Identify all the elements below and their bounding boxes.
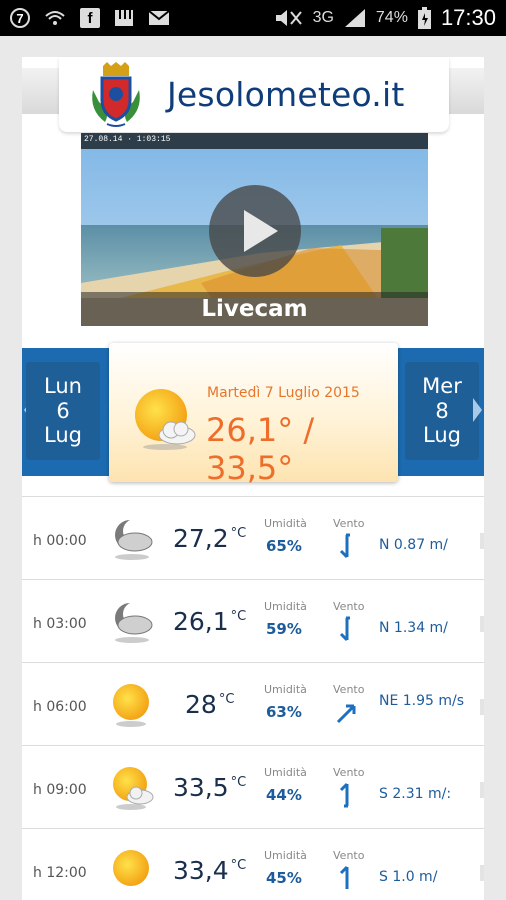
wind-value: NE 1.95 m/s bbox=[379, 693, 465, 709]
site-title: Jesolometeo.it bbox=[167, 75, 405, 114]
wind-label: Vento bbox=[333, 517, 365, 530]
clock: 17:30 bbox=[440, 5, 496, 30]
chevron-right-icon[interactable] bbox=[473, 398, 482, 422]
wind-direction-arrow-icon bbox=[336, 704, 356, 724]
temperature-value: 33,5 °C bbox=[173, 773, 247, 802]
humidity-value: 59% bbox=[266, 620, 302, 638]
previous-day-button[interactable]: Lun 6 Lug bbox=[26, 362, 100, 460]
jesolo-crest-icon bbox=[92, 61, 140, 127]
hourly-row[interactable]: h 09:00 33,5 °C Umidità 44% Vento S 2.31 … bbox=[22, 745, 484, 828]
status-bar: 7 f 3G 74% 17:30 bbox=[0, 0, 506, 36]
humidity-label: Umidità bbox=[264, 600, 307, 613]
sun-icon bbox=[113, 684, 149, 727]
sun-cloud-icon bbox=[135, 389, 196, 450]
wind-value: N 1.34 m/ bbox=[379, 620, 448, 636]
hourly-row[interactable]: h 06:00 28 °C Umidità 63% Vento NE 1.95 m… bbox=[22, 662, 484, 745]
battery-icon bbox=[417, 7, 431, 29]
battery-percent: 74% bbox=[375, 9, 408, 26]
wind-value: N 0.87 m/ bbox=[379, 537, 448, 553]
hour-label: h 09:00 bbox=[33, 782, 87, 798]
humidity-value: 44% bbox=[266, 786, 302, 804]
temperature-value: 27,2 °C bbox=[173, 524, 247, 553]
piano-icon bbox=[115, 10, 133, 26]
livecam-timestamp: 27.08.14 · 1:03:15 bbox=[84, 135, 171, 144]
previous-day-weekday: Lun bbox=[44, 374, 82, 398]
hourly-forecast-list[interactable]: h 00:00 27,2 °C Umidità 65% Vento N 0.87 … bbox=[22, 496, 484, 900]
hour-label: h 06:00 bbox=[33, 699, 87, 715]
wind-direction-arrow-icon bbox=[339, 533, 350, 559]
row-edge bbox=[480, 533, 484, 549]
wind-value: S 2.31 m/: bbox=[379, 786, 452, 802]
next-day-month: Lug bbox=[423, 423, 461, 447]
humidity-label: Umidità bbox=[264, 849, 307, 862]
current-date: Martedì 7 Luglio 2015 bbox=[207, 385, 360, 401]
next-day-number: 8 bbox=[435, 398, 449, 423]
wifi-icon bbox=[45, 11, 65, 25]
livecam-label[interactable]: Livecam bbox=[81, 292, 428, 326]
humidity-label: Umidità bbox=[264, 517, 307, 530]
wind-label: Vento bbox=[333, 766, 365, 779]
temperature-value: 26,1 °C bbox=[173, 607, 247, 636]
sun-cloud-icon bbox=[113, 767, 154, 810]
humidity-label: Umidità bbox=[264, 766, 307, 779]
temperature-value: 28 °C bbox=[185, 690, 235, 719]
notification-badge-icon: 7 bbox=[10, 8, 30, 28]
hourly-row[interactable]: h 12:00 33,4 °C Umidità 45% Vento S 1.0 m… bbox=[22, 828, 484, 900]
wind-direction-arrow-icon bbox=[339, 865, 349, 889]
row-edge bbox=[480, 865, 484, 881]
humidity-value: 45% bbox=[266, 869, 302, 887]
mail-icon bbox=[148, 10, 170, 25]
hourly-row[interactable]: h 00:00 27,2 °C Umidità 65% Vento N 0.87 … bbox=[22, 496, 484, 579]
previous-day-month: Lug bbox=[44, 423, 82, 447]
sun-icon bbox=[113, 850, 149, 886]
moon-cloud-icon bbox=[115, 519, 153, 560]
moon-cloud-icon bbox=[115, 602, 153, 643]
temperature-value: 33,4 °C bbox=[173, 856, 247, 885]
current-temperature-range: 26,1° / 33,5° bbox=[206, 411, 315, 487]
hour-label: h 03:00 bbox=[33, 616, 87, 632]
wind-label: Vento bbox=[333, 600, 365, 613]
row-edge bbox=[480, 699, 484, 715]
facebook-icon: f bbox=[80, 8, 100, 28]
hour-label: h 00:00 bbox=[33, 533, 87, 549]
row-edge bbox=[480, 616, 484, 632]
wind-direction-arrow-icon bbox=[339, 782, 349, 808]
signal-icon bbox=[344, 9, 365, 27]
network-type: 3G bbox=[312, 9, 334, 26]
previous-day-number: 6 bbox=[56, 398, 70, 423]
humidity-label: Umidità bbox=[264, 683, 307, 696]
next-day-weekday: Mer bbox=[422, 374, 462, 398]
row-edge bbox=[480, 782, 484, 798]
wind-value: S 1.0 m/ bbox=[379, 869, 438, 885]
play-icon[interactable] bbox=[209, 185, 301, 277]
wind-label: Vento bbox=[333, 849, 365, 862]
next-day-button[interactable]: Mer 8 Lug bbox=[405, 362, 479, 460]
hourly-row[interactable]: h 03:00 26,1 °C Umidità 59% Vento N 1.34 … bbox=[22, 579, 484, 662]
site-header[interactable]: Jesolometeo.it bbox=[59, 57, 449, 132]
wind-direction-arrow-icon bbox=[339, 616, 350, 642]
humidity-value: 65% bbox=[266, 537, 302, 555]
mute-icon bbox=[275, 10, 302, 26]
humidity-value: 63% bbox=[266, 703, 302, 721]
wind-label: Vento bbox=[333, 683, 365, 696]
hour-label: h 12:00 bbox=[33, 865, 87, 881]
current-day-card[interactable]: Martedì 7 Luglio 2015 26,1° / 33,5° bbox=[109, 343, 398, 487]
